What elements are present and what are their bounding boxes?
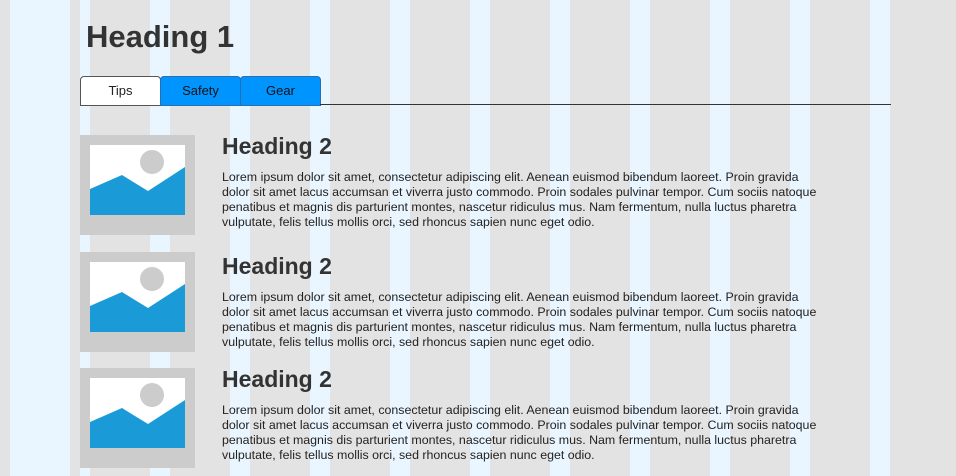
tab-safety[interactable]: Safety bbox=[160, 76, 241, 106]
tab-divider bbox=[320, 104, 891, 105]
item-heading: Heading 2 bbox=[222, 366, 332, 392]
grid-column bbox=[70, 0, 80, 476]
image-placeholder bbox=[80, 368, 195, 468]
image-placeholder-icon bbox=[90, 145, 185, 215]
item-body: Lorem ipsum dolor sit amet, consectetur … bbox=[222, 290, 817, 349]
tab-gear[interactable]: Gear bbox=[240, 76, 321, 106]
image-placeholder-icon bbox=[90, 378, 185, 448]
tab-tips[interactable]: Tips bbox=[80, 76, 161, 106]
image-placeholder bbox=[80, 252, 195, 352]
grid-column bbox=[0, 0, 10, 476]
item-body: Lorem ipsum dolor sit amet, consectetur … bbox=[222, 403, 817, 462]
image-placeholder bbox=[80, 135, 195, 235]
item-heading: Heading 2 bbox=[222, 253, 332, 279]
page-title: Heading 1 bbox=[86, 19, 235, 54]
item-body: Lorem ipsum dolor sit amet, consectetur … bbox=[222, 170, 817, 229]
item-heading: Heading 2 bbox=[222, 133, 332, 159]
grid-column bbox=[890, 0, 956, 476]
image-placeholder-icon bbox=[90, 262, 185, 332]
